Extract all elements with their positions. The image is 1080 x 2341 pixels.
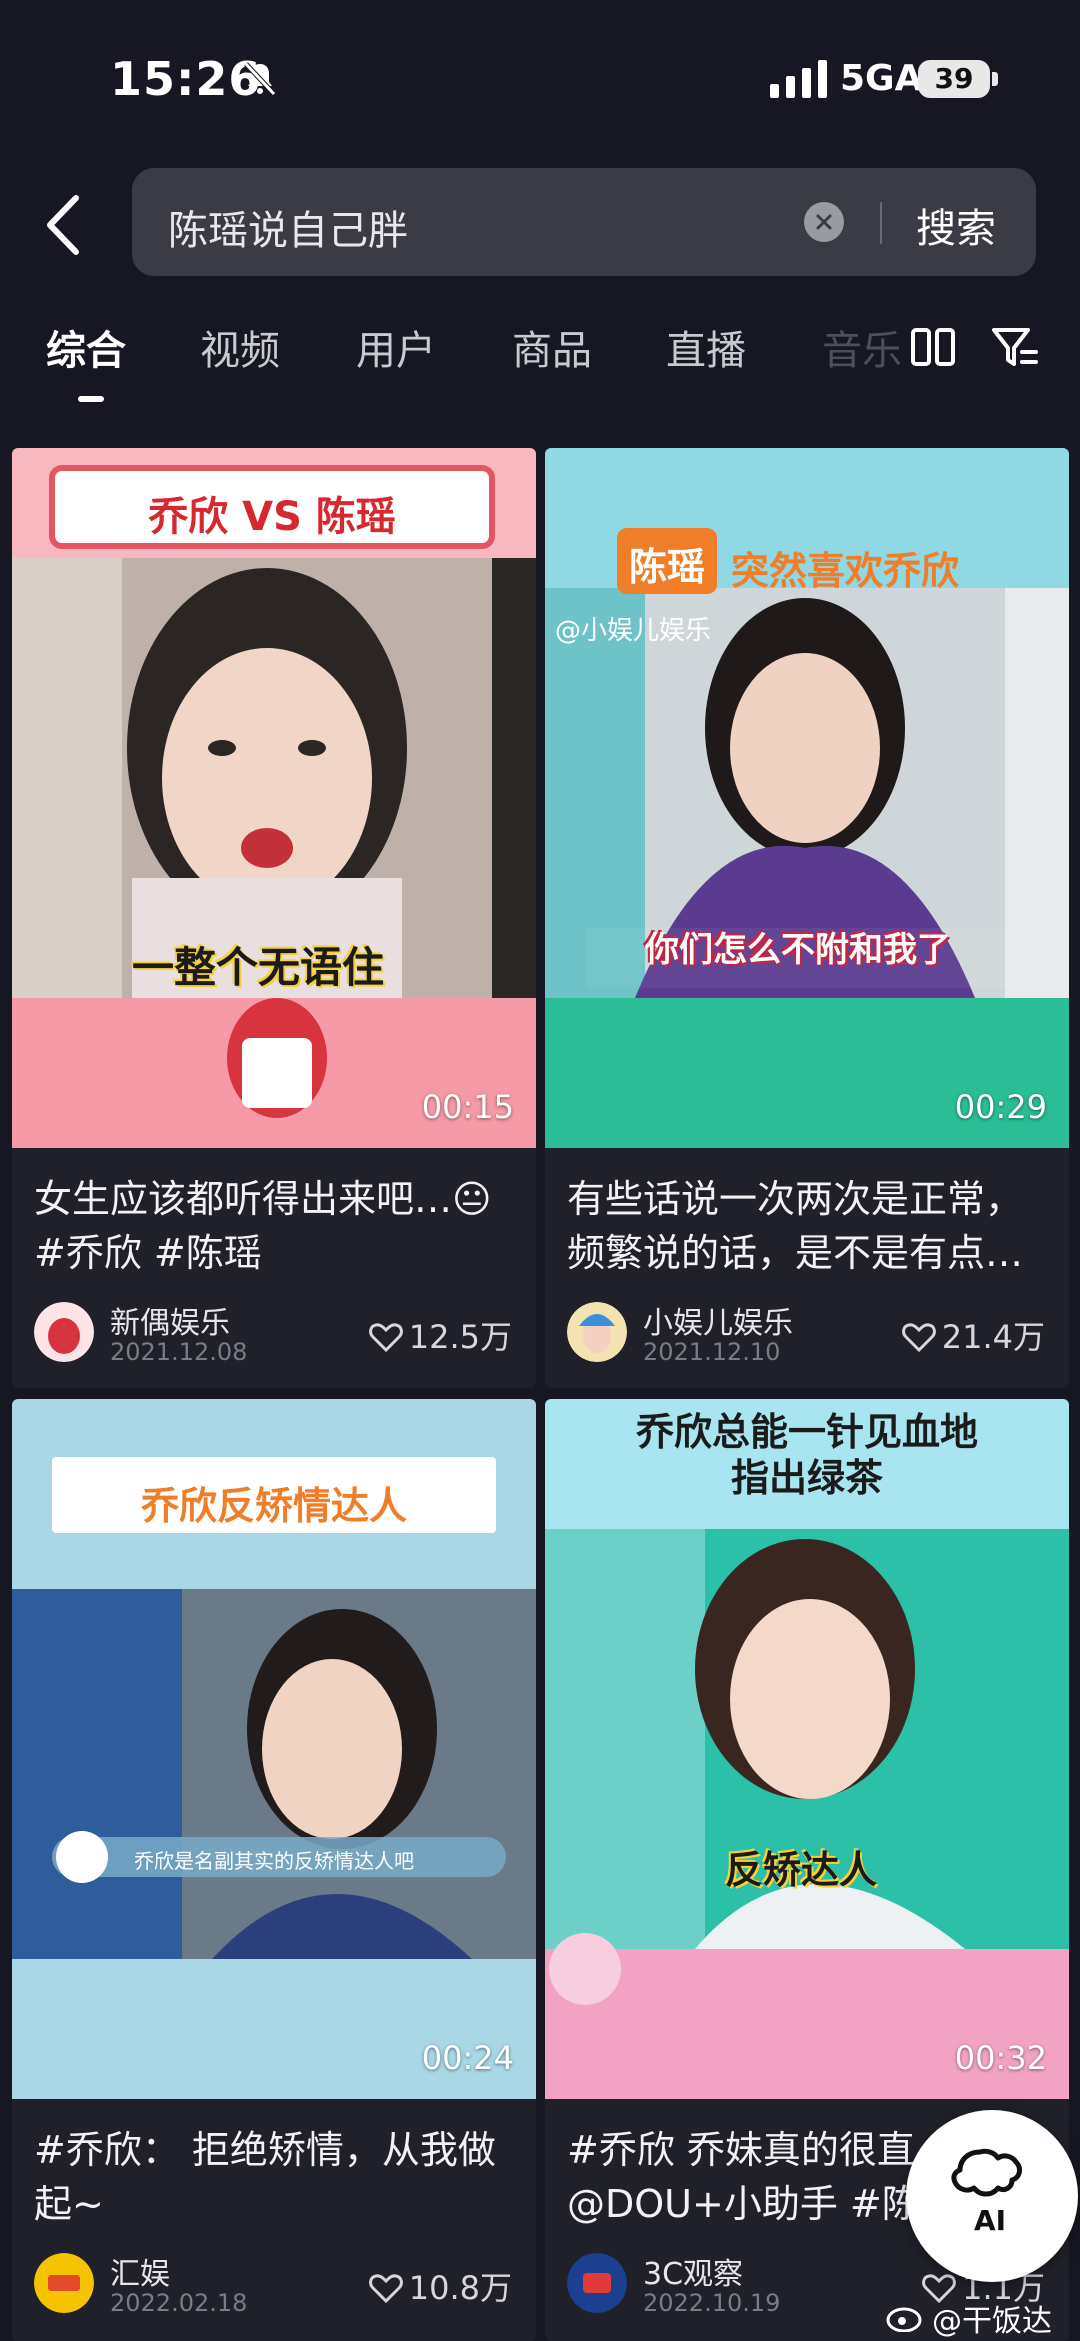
thumbnail-banner: 乔欣反矫情达人 (140, 1484, 407, 1528)
filter-icon[interactable] (990, 324, 1040, 372)
video-thumbnail[interactable]: 乔欣 VS 陈瑶 一整个无语住 00:15 (12, 448, 536, 1148)
search-divider (880, 202, 882, 244)
ai-assistant-button[interactable]: AI (906, 2110, 1078, 2282)
video-duration: 00:24 (421, 2039, 514, 2077)
video-title[interactable]: 有些话说一次两次是正常，频繁说的话，是不是有点… (567, 1172, 1057, 1280)
thumbnail-art (545, 1399, 1069, 2099)
video-card[interactable]: 乔欣反矫情达人 乔欣是名副其实的反矫情达人吧 00:24 #乔欣： 拒绝矫情，从… (12, 1399, 536, 2341)
tab-comprehensive[interactable]: 综合 (46, 318, 126, 376)
author-name[interactable]: 汇娱 (110, 2249, 170, 2293)
like-count-value: 10.8万 (408, 2269, 512, 2307)
thumbnail-banner-name: 陈瑶 (628, 545, 705, 589)
active-tab-indicator (78, 396, 104, 402)
author-name[interactable]: 小娱儿娱乐 (643, 1298, 793, 1342)
video-card[interactable]: 陈瑶 突然喜欢乔欣 @小娱儿娱乐 你们怎么不附和我了 00:29 有些话说一次两… (545, 448, 1069, 1388)
signal-icon (770, 60, 827, 98)
tab-users[interactable]: 用户 (356, 318, 436, 376)
like-count: 10.8万 (368, 2263, 512, 2309)
heart-icon (901, 1323, 936, 1352)
video-card[interactable]: 乔欣 VS 陈瑶 一整个无语住 00:15 女生应该都听得出来吧…😐 #乔欣 #… (12, 448, 536, 1388)
heart-icon (368, 1323, 403, 1352)
tab-live[interactable]: 直播 (666, 318, 746, 376)
post-date: 2022.02.18 (110, 2289, 248, 2317)
post-date: 2022.10.19 (643, 2289, 781, 2317)
status-bar: 15:26 5GA 39 (0, 0, 1080, 150)
author-name[interactable]: 3C观察 (643, 2249, 743, 2293)
search-input[interactable]: 陈瑶说自己胖 搜索 (132, 168, 1036, 276)
thumbnail-subtitle: 乔欣是名副其实的反矫情达人吧 (134, 1849, 414, 1873)
grid-layout-icon[interactable] (910, 326, 956, 370)
thumbnail-banner-line2: 指出绿茶 (730, 1456, 883, 1500)
ai-label: AI (974, 2204, 1007, 2237)
thumbnail-banner: 乔欣总能一针见血地 指出绿茶 (545, 1409, 1069, 1501)
post-date: 2021.12.10 (643, 1338, 781, 1366)
video-duration: 00:29 (954, 1088, 1047, 1126)
back-arrow-icon[interactable] (40, 190, 90, 260)
battery-tip (992, 72, 998, 86)
tab-products[interactable]: 商品 (512, 318, 592, 376)
thumbnail-watermark: @小娱儿娱乐 (555, 616, 712, 646)
thumbnail-art (12, 448, 536, 1148)
video-duration: 00:15 (421, 1088, 514, 1126)
thumbnail-banner-line1: 乔欣总能一针见血地 (635, 1410, 978, 1454)
tab-videos[interactable]: 视频 (200, 318, 280, 376)
heart-icon (368, 2274, 403, 2303)
avatar[interactable] (567, 1302, 627, 1362)
video-title[interactable]: #乔欣： 拒绝矫情，从我做起~ (34, 2123, 524, 2231)
ai-sparkle-icon (951, 2148, 1022, 2197)
like-count-value: 21.4万 (941, 1318, 1045, 1356)
thumbnail-caption: 反矫达人 (725, 1848, 878, 1892)
search-query[interactable]: 陈瑶说自己胖 (168, 198, 408, 256)
avatar[interactable] (567, 2253, 627, 2313)
video-thumbnail[interactable]: 陈瑶 突然喜欢乔欣 @小娱儿娱乐 你们怎么不附和我了 00:29 (545, 448, 1069, 1148)
video-thumbnail[interactable]: 乔欣总能一针见血地 指出绿茶 反矫达人 00:32 (545, 1399, 1069, 2099)
author-name[interactable]: 新偶娱乐 (110, 1298, 230, 1342)
avatar[interactable] (34, 1302, 94, 1362)
thumbnail-caption: 你们怎么不附和我了 (645, 930, 951, 970)
status-time: 15:26 (110, 52, 262, 106)
thumbnail-banner: 突然喜欢乔欣 (731, 549, 960, 593)
thumbnail-banner: 乔欣 VS 陈瑶 (148, 494, 396, 540)
network-type: 5GA (840, 58, 923, 99)
video-thumbnail[interactable]: 乔欣反矫情达人 乔欣是名副其实的反矫情达人吧 00:24 (12, 1399, 536, 2099)
tab-music[interactable]: 音乐 (822, 318, 900, 376)
thumbnail-caption: 一整个无语住 (132, 943, 385, 992)
watermark-text: @干饭达子 (932, 2304, 1052, 2339)
like-count: 12.5万 (368, 1312, 512, 1358)
search-button[interactable]: 搜索 (916, 196, 996, 254)
like-count-value: 12.5万 (408, 1318, 512, 1356)
like-count: 21.4万 (901, 1312, 1045, 1358)
avatar[interactable] (34, 2253, 94, 2313)
video-title[interactable]: 女生应该都听得出来吧…😐 #乔欣 #陈瑶 (34, 1172, 524, 1280)
weibo-icon (886, 2307, 922, 2332)
video-duration: 00:32 (954, 2039, 1047, 2077)
post-date: 2021.12.08 (110, 1338, 248, 1366)
muted-bell-icon (244, 62, 276, 96)
battery-icon: 39 (918, 60, 990, 98)
clear-icon[interactable] (804, 202, 844, 242)
